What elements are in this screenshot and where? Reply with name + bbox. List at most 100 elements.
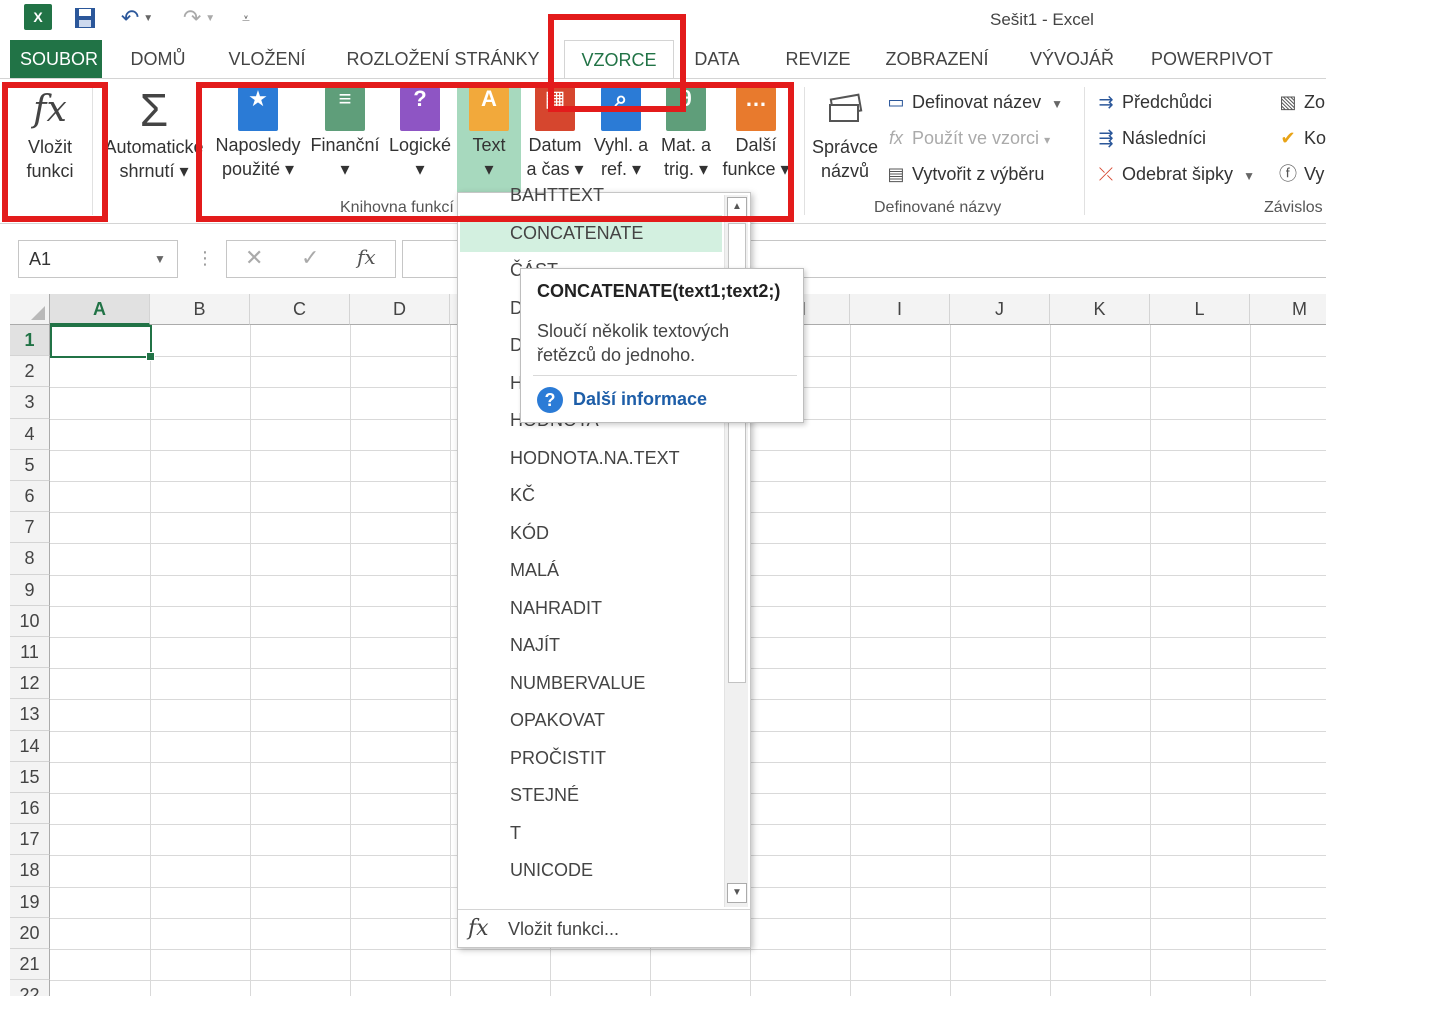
insert-function-icon[interactable]: fx	[357, 245, 376, 269]
autosum-button[interactable]: Σ Automatické shrnutí ▾	[100, 87, 208, 183]
column-header[interactable]: D	[350, 294, 450, 325]
function-list-item[interactable]: NAHRADIT	[460, 590, 722, 627]
evaluate-icon: ⓕ	[1279, 164, 1297, 184]
row-header[interactable]: 20	[10, 917, 50, 949]
save-icon[interactable]	[72, 4, 98, 32]
recently-used-button[interactable]: ★ Naposledy použité ▾	[212, 87, 304, 181]
grid-column-line	[250, 325, 251, 996]
tab-insert[interactable]: VLOŽENÍ	[222, 40, 312, 78]
insert-function-button[interactable]: fx Vložit funkci	[18, 87, 82, 183]
row-header[interactable]: 10	[10, 605, 50, 637]
help-icon[interactable]: ?	[537, 387, 563, 413]
customize-quick-access-icon[interactable]: ⩡	[236, 4, 256, 32]
row-header[interactable]: 11	[10, 637, 50, 669]
row-header[interactable]: 6	[10, 481, 50, 513]
create-from-selection-button[interactable]: ▤ Vytvořit z výběru	[884, 159, 1044, 189]
row-header[interactable]: 3	[10, 387, 50, 419]
name-manager-button[interactable]: Správce názvů	[810, 87, 880, 183]
row-header[interactable]: 7	[10, 512, 50, 544]
function-list-item[interactable]: OPAKOVAT	[460, 702, 722, 739]
column-header[interactable]: A	[50, 294, 150, 325]
more-info-link[interactable]: Další informace	[573, 389, 707, 410]
row-header[interactable]: 17	[10, 824, 50, 856]
row-header[interactable]: 16	[10, 793, 50, 825]
more-functions-button[interactable]: … Další funkce ▾	[720, 87, 792, 181]
show-formulas-icon: ▧	[1279, 92, 1297, 112]
select-all-button[interactable]	[10, 294, 50, 325]
function-list-item[interactable]: PROČISTIT	[460, 740, 722, 777]
lookup-reference-button[interactable]: ⌕ Vyhl. a ref. ▾	[590, 87, 652, 181]
tab-file[interactable]: SOUBOR	[10, 40, 102, 78]
row-header[interactable]: 13	[10, 699, 50, 731]
cancel-icon[interactable]: ✕	[245, 245, 263, 271]
tab-data[interactable]: DATA	[684, 40, 750, 78]
row-header[interactable]: 9	[10, 574, 50, 606]
function-list-item[interactable]: BAHTTEXT	[460, 177, 722, 214]
row-header[interactable]: 15	[10, 761, 50, 793]
math-trig-button[interactable]: θ Mat. a trig. ▾	[656, 87, 716, 181]
tab-formulas[interactable]: VZORCE	[564, 40, 674, 78]
remove-arrows-button[interactable]: ⤫ Odebrat šipky ▼	[1094, 159, 1255, 189]
evaluate-formula-button[interactable]: ⓕ Vy	[1276, 159, 1326, 189]
logical-button[interactable]: ? Logické ▾	[386, 87, 454, 181]
function-list-item[interactable]: NAJÍT	[460, 627, 722, 664]
function-list-item[interactable]: KČ	[460, 477, 722, 514]
window-title: Sešit1 - Excel	[990, 10, 1094, 29]
row-header[interactable]: 21	[10, 949, 50, 981]
trace-dependents-button[interactable]: ⇶ Následníci	[1094, 123, 1206, 153]
row-header[interactable]: 18	[10, 855, 50, 887]
label-icon: ▭	[887, 92, 905, 112]
tab-view[interactable]: ZOBRAZENÍ	[878, 40, 996, 78]
row-header[interactable]: 4	[10, 418, 50, 450]
row-header[interactable]: 8	[10, 543, 50, 575]
scroll-up-icon[interactable]: ▲	[727, 197, 747, 217]
undo-icon[interactable]: ↶ ▼	[114, 4, 160, 32]
row-header[interactable]: 14	[10, 730, 50, 762]
insert-function-menu-item[interactable]: fx Vložit funkci...	[458, 909, 750, 947]
active-cell[interactable]	[50, 325, 155, 361]
function-list-item[interactable]: CONCATENATE	[460, 214, 722, 252]
row-header[interactable]: 12	[10, 668, 50, 700]
confirm-icon[interactable]: ✓	[301, 245, 319, 271]
define-name-button[interactable]: ▭ Definovat název ▼	[884, 87, 1063, 117]
row-header[interactable]: 5	[10, 449, 50, 481]
function-list-item[interactable]: UNICODE	[460, 852, 722, 889]
tab-review[interactable]: REVIZE	[776, 40, 860, 78]
column-header[interactable]: I	[850, 294, 950, 325]
tab-developer[interactable]: VÝVOJÁŘ	[1022, 40, 1122, 78]
row-header[interactable]: 19	[10, 886, 50, 918]
tab-page-layout[interactable]: ROZLOŽENÍ STRÁNKY	[340, 40, 546, 78]
grid-column-line	[950, 325, 951, 996]
grid-column-line	[1150, 325, 1151, 996]
date-time-button[interactable]: ▦ Datum a čas ▾	[524, 87, 586, 181]
column-header[interactable]: J	[950, 294, 1050, 325]
column-header[interactable]: K	[1050, 294, 1150, 325]
row-header[interactable]: 2	[10, 356, 50, 388]
tab-home[interactable]: DOMŮ	[120, 40, 196, 78]
show-formulas-button[interactable]: ▧ Zo	[1276, 87, 1326, 117]
function-list-item[interactable]: HODNOTA.NA.TEXT	[460, 440, 722, 477]
column-header[interactable]: B	[150, 294, 250, 325]
dependents-icon: ⇶	[1098, 128, 1114, 148]
row-header[interactable]: 1	[10, 325, 50, 357]
function-list-item[interactable]: NUMBERVALUE	[460, 665, 722, 702]
column-header[interactable]: M	[1250, 294, 1326, 325]
function-list-item[interactable]: KÓD	[460, 515, 722, 552]
group-separator	[804, 87, 805, 215]
function-list-item[interactable]: STEJNÉ	[460, 777, 722, 814]
use-in-formula-button[interactable]: fx Použít ve vzorci ▾	[884, 123, 1050, 153]
formula-bar-buttons: ✕ ✓ fx	[226, 240, 396, 278]
row-header[interactable]: 22	[10, 980, 50, 996]
trace-precedents-button[interactable]: ⇉ Předchůdci	[1094, 87, 1212, 117]
function-list-item[interactable]: T	[460, 815, 722, 852]
redo-icon[interactable]: ↷ ▼	[176, 4, 222, 32]
error-checking-button[interactable]: ✔ Ko	[1276, 123, 1326, 153]
chevron-down-icon[interactable]: ▼	[154, 252, 166, 266]
scroll-down-icon[interactable]: ▼	[727, 883, 747, 903]
financial-button[interactable]: ≡ Finanční ▾	[308, 87, 382, 181]
column-header[interactable]: C	[250, 294, 350, 325]
function-list-item[interactable]: MALÁ	[460, 552, 722, 589]
column-header[interactable]: L	[1150, 294, 1250, 325]
tab-powerpivot[interactable]: POWERPIVOT	[1146, 40, 1278, 78]
theta-book-icon: θ	[666, 87, 706, 131]
